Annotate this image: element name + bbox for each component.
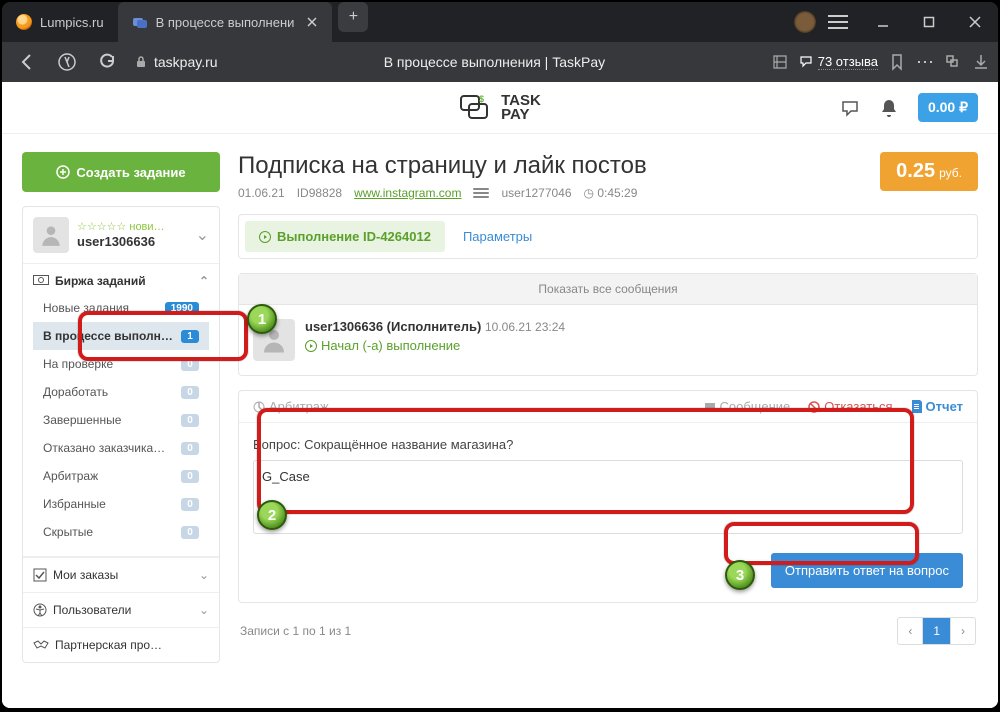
clock-icon: ◷ 0:45:29 (584, 186, 638, 200)
tab-params[interactable]: Параметры (449, 221, 546, 252)
browser-tab-lumpics[interactable]: Lumpics.ru (2, 2, 118, 42)
task-title: Подписка на страницу и лайк постов (238, 152, 647, 180)
count-badge: 0 (181, 526, 199, 539)
sidebar-item[interactable]: Доработать0 (33, 378, 209, 406)
page-title: В процессе выполнения | TaskPay (224, 54, 766, 70)
count-badge: 1 (181, 330, 199, 343)
price-badge: 0.25руб. (880, 152, 978, 191)
sidebar-section-market[interactable]: Биржа заданий ⌃ (33, 274, 209, 288)
records-label: Записи с 1 по 1 из 1 (240, 624, 351, 638)
maximize-button[interactable] (906, 2, 952, 42)
favicon-icon (16, 14, 32, 30)
refuse-button[interactable]: Отказаться (808, 399, 892, 414)
svg-text:$: $ (479, 94, 484, 104)
extensions-icon[interactable] (944, 53, 962, 71)
more-icon[interactable]: ⋯ (916, 52, 934, 73)
window-close-button[interactable] (952, 2, 998, 42)
sidebar: Создать задание ☆☆☆☆☆ нови… user1306636 … (22, 152, 220, 708)
browser-tab-taskpay[interactable]: В процессе выполнени (118, 2, 333, 42)
logo[interactable]: $ TASK PAY (459, 94, 541, 122)
new-tab-button[interactable]: + (338, 2, 368, 32)
minimize-button[interactable] (860, 2, 906, 42)
count-badge: 0 (181, 414, 199, 427)
check-list-icon (33, 568, 47, 582)
sidebar-users[interactable]: Пользователи ⌄ (23, 592, 219, 627)
task-tabs: Выполнение ID-4264012 Параметры (238, 214, 978, 259)
tab-execution[interactable]: Выполнение ID-4264012 (245, 221, 445, 252)
tab-label: В процессе выполнени (156, 15, 295, 30)
count-badge: 0 (181, 470, 199, 483)
count-badge: 0 (181, 498, 199, 511)
create-task-button[interactable]: Создать задание (22, 152, 220, 192)
profile-avatar[interactable] (794, 11, 816, 33)
accessibility-icon (33, 603, 47, 617)
chevron-down-icon: ⌄ (199, 603, 209, 617)
user-level: ☆☆☆☆☆ нови… (77, 221, 165, 234)
sidebar-item[interactable]: Новые задания1990 (33, 294, 209, 322)
balance-badge[interactable]: 0.00 ₽ (918, 93, 978, 122)
yandex-button[interactable] (50, 45, 84, 79)
count-badge: 0 (181, 386, 199, 399)
sidebar-item[interactable]: В процессе выполн…1 (33, 322, 209, 350)
sidebar-item[interactable]: Избранные0 (33, 490, 209, 518)
reviews-link[interactable]: 73 отзыва (799, 53, 878, 71)
avatar-icon (253, 319, 295, 361)
favicon-icon (132, 14, 148, 30)
message-ts: 10.06.21 23:24 (485, 320, 565, 334)
handshake-icon (33, 639, 49, 651)
count-badge: 0 (181, 358, 199, 371)
submit-answer-button[interactable]: Отправить ответ на вопрос (771, 553, 963, 588)
close-icon[interactable] (306, 16, 318, 28)
sidebar-item[interactable]: Скрытые0 (33, 518, 209, 546)
logo-text-2: PAY (501, 108, 541, 122)
message-action: Начал (-а) выполнение (305, 338, 565, 353)
pager-next[interactable]: › (951, 618, 975, 644)
user-icon (473, 188, 489, 198)
tab-label: Lumpics.ru (40, 15, 104, 30)
message-row: user1306636 (Исполнитель) 10.06.21 23:24… (239, 305, 977, 375)
reload-button[interactable] (90, 45, 124, 79)
sidebar-item[interactable]: На проверке0 (33, 350, 209, 378)
main-content: Подписка на страницу и лайк постов 01.06… (238, 152, 978, 708)
user-name: user1306636 (77, 234, 165, 249)
translate-icon[interactable] (771, 53, 789, 71)
message-author: user1306636 (Исполнитель) (305, 319, 481, 334)
show-all-messages[interactable]: Показать все сообщения (239, 274, 977, 305)
task-meta: 01.06.21 ID98828 www.instagram.com user1… (238, 186, 647, 200)
arbitrage-button[interactable]: Арбитраж (253, 399, 329, 414)
pager-page[interactable]: 1 (923, 618, 951, 644)
answer-textarea[interactable] (253, 460, 963, 534)
report-button[interactable]: Отчет (911, 399, 963, 414)
sidebar-item[interactable]: Завершенные0 (33, 406, 209, 434)
menu-button[interactable] (828, 15, 848, 29)
bell-icon[interactable] (880, 98, 898, 118)
download-icon[interactable] (972, 53, 990, 71)
avatar-icon (33, 217, 69, 253)
sidebar-item[interactable]: Арбитраж0 (33, 462, 209, 490)
pager-prev[interactable]: ‹ (898, 618, 923, 644)
address-bar: taskpay.ru В процессе выполнения | TaskP… (2, 42, 998, 82)
count-badge: 1990 (165, 302, 199, 315)
pagination: ‹ 1 › (897, 617, 976, 645)
sidebar-item[interactable]: Отказано заказчика…0 (33, 434, 209, 462)
site-header: $ TASK PAY 0.00 ₽ (2, 82, 998, 134)
chevron-up-icon: ⌃ (199, 274, 209, 288)
message-button[interactable]: Сообщение (704, 399, 791, 414)
count-badge: 0 (181, 442, 199, 455)
sidebar-partner[interactable]: Партнерская про… (23, 627, 219, 662)
browser-titlebar: Lumpics.ru В процессе выполнени + (2, 2, 998, 42)
money-icon (33, 275, 49, 287)
chevron-down-icon: ⌄ (196, 225, 209, 245)
back-button[interactable] (10, 45, 44, 79)
url-host[interactable]: taskpay.ru (154, 54, 218, 70)
answer-question: Вопрос: Сокращённое название магазина? (253, 437, 963, 452)
lock-icon (134, 55, 148, 69)
sidebar-orders[interactable]: Мои заказы ⌄ (23, 557, 219, 592)
bookmark-icon[interactable] (888, 53, 906, 71)
user-block[interactable]: ☆☆☆☆☆ нови… user1306636 ⌄ (23, 207, 219, 264)
task-link[interactable]: www.instagram.com (354, 186, 461, 200)
chat-icon[interactable] (840, 98, 860, 118)
chevron-down-icon: ⌄ (199, 568, 209, 582)
